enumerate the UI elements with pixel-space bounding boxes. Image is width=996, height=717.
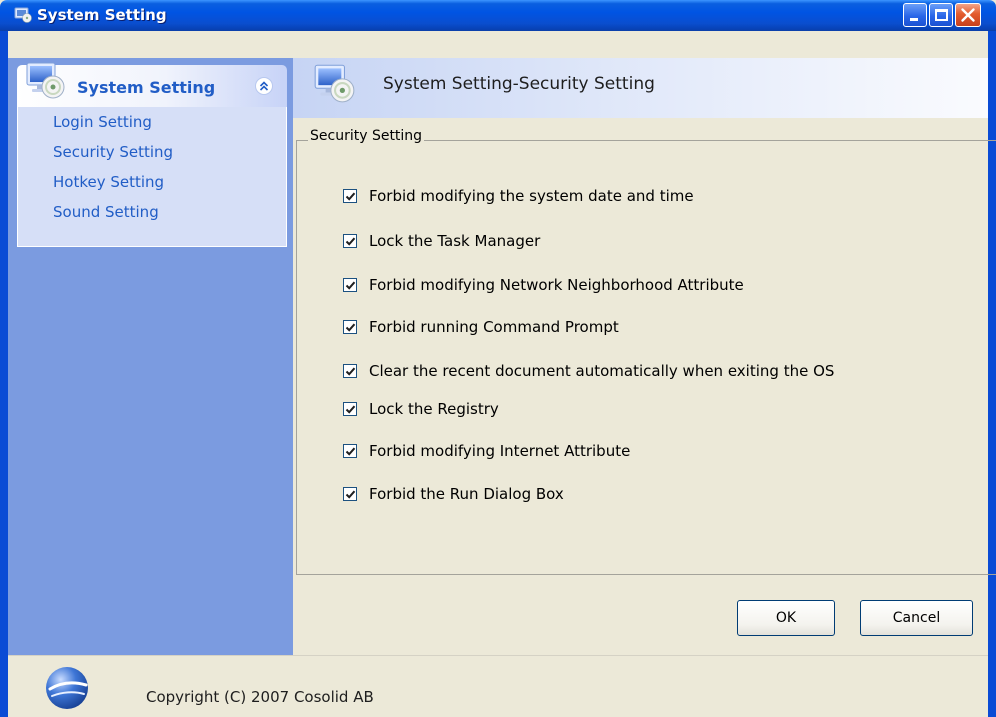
checkmark-icon xyxy=(345,192,356,201)
maximize-button[interactable] xyxy=(929,3,953,27)
option-label: Forbid modifying Internet Attribute xyxy=(369,442,631,460)
checkmark-icon xyxy=(345,237,356,246)
collapse-button[interactable] xyxy=(255,77,273,95)
option-forbid-date-time[interactable]: Forbid modifying the system date and tim… xyxy=(343,186,694,206)
option-clear-recent-documents[interactable]: Clear the recent document automatically … xyxy=(343,361,834,381)
sidebar-item-sound-setting[interactable]: Sound Setting xyxy=(53,203,159,221)
checkbox[interactable] xyxy=(343,402,357,416)
monitor-disc-icon xyxy=(314,64,355,103)
checkmark-icon xyxy=(345,405,356,414)
checkbox[interactable] xyxy=(343,487,357,501)
checkbox[interactable] xyxy=(343,234,357,248)
checkbox[interactable] xyxy=(343,364,357,378)
sidebar-item-hotkey-setting[interactable]: Hotkey Setting xyxy=(53,173,164,191)
option-label: Forbid running Command Prompt xyxy=(369,318,619,336)
checkmark-icon xyxy=(345,323,356,332)
page-title: System Setting-Security Setting xyxy=(383,74,655,94)
option-lock-registry[interactable]: Lock the Registry xyxy=(343,399,499,419)
sidebar-links: Login Setting Security Setting Hotkey Se… xyxy=(17,107,287,247)
sidebar-header[interactable]: System Setting xyxy=(17,62,287,107)
option-forbid-command-prompt[interactable]: Forbid running Command Prompt xyxy=(343,317,619,337)
checkmark-icon xyxy=(345,490,356,499)
title-bar[interactable]: System Setting xyxy=(0,0,996,31)
sidebar-item-security-setting[interactable]: Security Setting xyxy=(53,143,173,161)
option-label: Lock the Registry xyxy=(369,400,499,418)
option-forbid-run-dialog[interactable]: Forbid the Run Dialog Box xyxy=(343,484,564,504)
chevron-double-up-icon xyxy=(259,81,269,91)
maximize-icon xyxy=(935,9,948,21)
monitor-disc-icon xyxy=(26,62,65,99)
checkbox[interactable] xyxy=(343,189,357,203)
window-title: System Setting xyxy=(37,6,167,24)
group-label: Security Setting xyxy=(308,128,425,144)
cosolid-globe-logo xyxy=(46,667,88,709)
close-icon xyxy=(961,8,975,22)
checkbox[interactable] xyxy=(343,444,357,458)
sidebar-item-login-setting[interactable]: Login Setting xyxy=(53,113,152,131)
option-label: Forbid modifying Network Neighborhood At… xyxy=(369,276,744,294)
checkmark-icon xyxy=(345,367,356,376)
cancel-button[interactable]: Cancel xyxy=(860,600,973,636)
minimize-icon xyxy=(910,18,918,21)
option-label: Forbid the Run Dialog Box xyxy=(369,485,564,503)
option-label: Forbid modifying the system date and tim… xyxy=(369,187,694,205)
option-label: Clear the recent document automatically … xyxy=(369,362,835,380)
sidebar-panel: System Setting Login Setting Security Se… xyxy=(17,62,287,247)
main-panel: System Setting-Security Setting Security… xyxy=(293,58,996,655)
option-label: Lock the Task Manager xyxy=(369,232,541,250)
option-forbid-network-neighborhood[interactable]: Forbid modifying Network Neighborhood At… xyxy=(343,275,744,295)
option-forbid-internet-attribute[interactable]: Forbid modifying Internet Attribute xyxy=(343,441,630,461)
sidebar-title: System Setting xyxy=(77,78,216,97)
minimize-button[interactable] xyxy=(903,3,927,27)
ok-button[interactable]: OK xyxy=(737,600,835,636)
monitor-disc-icon xyxy=(14,7,32,23)
main-header: System Setting-Security Setting xyxy=(293,58,988,118)
checkmark-icon xyxy=(345,281,356,290)
sidebar: System Setting Login Setting Security Se… xyxy=(8,58,293,655)
window-frame-left xyxy=(0,31,8,717)
copyright-text: Copyright (C) 2007 Cosolid AB xyxy=(146,688,374,706)
checkbox[interactable] xyxy=(343,278,357,292)
close-button[interactable] xyxy=(955,3,981,27)
option-lock-task-manager[interactable]: Lock the Task Manager xyxy=(343,231,540,251)
footer: Copyright (C) 2007 Cosolid AB xyxy=(8,655,988,717)
checkmark-icon xyxy=(345,447,356,456)
checkbox[interactable] xyxy=(343,320,357,334)
